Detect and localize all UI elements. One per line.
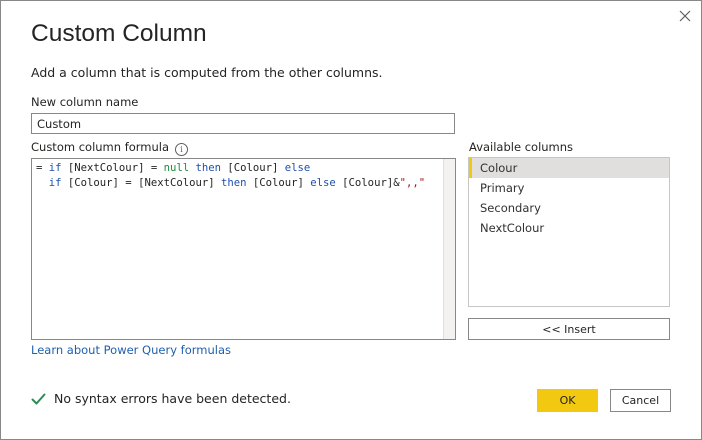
- formula-token: =: [36, 162, 49, 174]
- close-button[interactable]: [673, 5, 697, 27]
- formula-token: else: [310, 177, 336, 189]
- formula-token: if: [48, 162, 62, 174]
- info-icon[interactable]: i: [175, 143, 189, 156]
- formula-token: [Colour]: [221, 162, 285, 174]
- checkmark-icon: [31, 393, 46, 404]
- column-item-nextcolour[interactable]: NextColour: [469, 218, 669, 238]
- new-column-name-input[interactable]: [31, 113, 455, 134]
- formula-label-row: Custom column formula i: [31, 140, 189, 156]
- insert-button[interactable]: << Insert: [468, 318, 670, 340]
- close-icon: [679, 10, 691, 22]
- custom-column-dialog: Custom Column Add a column that is compu…: [0, 0, 702, 440]
- formula-line: = if [NextColour] = null then [Colour] e…: [36, 161, 425, 176]
- formula-token: [Colour]&: [335, 177, 400, 189]
- syntax-status: No syntax errors have been detected.: [31, 391, 291, 406]
- ok-button[interactable]: OK: [537, 389, 598, 412]
- custom-column-formula-label: Custom column formula: [31, 140, 170, 154]
- available-columns-label: Available columns: [469, 140, 574, 154]
- column-item-secondary[interactable]: Secondary: [469, 198, 669, 218]
- column-item-primary[interactable]: Primary: [469, 178, 669, 198]
- dialog-title: Custom Column: [31, 20, 207, 47]
- formula-token: [Colour] = [NextColour]: [61, 177, 221, 189]
- formula-line: if [Colour] = [NextColour] then [Colour]…: [36, 176, 425, 191]
- learn-power-query-link[interactable]: Learn about Power Query formulas: [31, 343, 231, 357]
- formula-scrollbar[interactable]: [443, 159, 455, 339]
- formula-token: [NextColour] =: [61, 162, 164, 174]
- formula-token: [36, 177, 49, 189]
- syntax-status-text: No syntax errors have been detected.: [54, 391, 291, 406]
- column-item-colour[interactable]: Colour: [469, 158, 669, 178]
- formula-token: then: [220, 177, 247, 189]
- formula-token: [Colour]: [246, 177, 311, 189]
- cancel-button[interactable]: Cancel: [610, 389, 671, 412]
- available-columns-list[interactable]: Colour Primary Secondary NextColour: [468, 157, 670, 307]
- formula-editor[interactable]: = if [NextColour] = null then [Colour] e…: [31, 158, 456, 340]
- new-column-name-label: New column name: [31, 95, 139, 109]
- formula-token: null: [163, 162, 190, 174]
- formula-token: else: [284, 162, 311, 174]
- formula-token: then: [195, 162, 222, 174]
- dialog-subtitle: Add a column that is computed from the o…: [31, 65, 383, 80]
- formula-token: if: [48, 177, 62, 189]
- formula-token: ",,": [399, 177, 426, 189]
- formula-code[interactable]: = if [NextColour] = null then [Colour] e…: [36, 161, 425, 191]
